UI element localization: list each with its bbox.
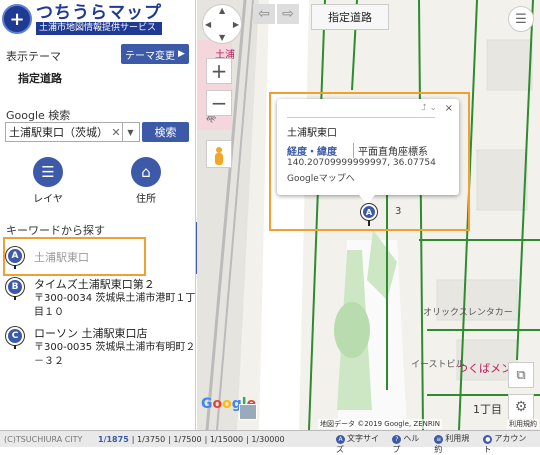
scale-selector: 1/1875 | 1/3750 | 1/7500 | 1/15000 | 1/30000 (98, 434, 285, 444)
scale-option[interactable]: 1/3750 (137, 435, 165, 444)
gear-icon[interactable]: ⚙ (508, 394, 534, 420)
search-input[interactable] (6, 125, 110, 139)
search-box: ✕ ▼ (5, 122, 140, 142)
menu-icon[interactable]: ☰ (508, 6, 534, 32)
change-theme-button[interactable]: テーマ変更 ▶ (121, 44, 189, 64)
result-address: 〒300-0034 茨城県土浦市港町１丁目１０ (34, 293, 196, 318)
pan-right-icon[interactable]: ▶ (233, 20, 239, 29)
poi-label: オリックスレンタカー (423, 308, 513, 318)
list-icon: ☰ (41, 163, 55, 181)
scale-option[interactable]: 1/15000 (210, 435, 243, 444)
clear-icon[interactable]: ✕ (110, 126, 122, 139)
font-size-link[interactable]: A 文字サイズ (336, 433, 387, 455)
help-icon: ? (392, 435, 402, 444)
address-label: 住所 (136, 194, 156, 205)
scale-option[interactable]: 1/30000 (251, 435, 284, 444)
status-bar: (C)TSUCHIURA CITY 1/1875 | 1/3750 | 1/7500… (0, 419, 540, 454)
map-canvas[interactable]: 土浦 常磐線 3 オリックスレンタカー イーストビル つくばメン 1丁目 ▲ ▼… (197, 0, 540, 430)
result-name: タイムズ土浦駅東口第２ (34, 278, 155, 291)
poi-label: つくばメン (457, 362, 512, 375)
forward-arrow-icon[interactable]: ⇨ (277, 4, 299, 24)
result-name: ローソン 土浦駅東口店 (34, 327, 148, 340)
zoom-out-button[interactable]: − (206, 90, 232, 116)
pan-up-icon[interactable]: ▲ (219, 6, 225, 15)
terms-link[interactable]: ≡ 利用規約 (434, 433, 478, 455)
theme-label: 表示テーマ (6, 50, 61, 63)
app-title: つちうらマップ (36, 2, 162, 23)
google-terms-link[interactable]: 利用規約 (507, 419, 539, 429)
satellite-thumbnail[interactable] (239, 404, 257, 420)
house-icon: ⌂ (141, 163, 151, 181)
play-icon: ▶ (178, 49, 185, 59)
highlight-box (3, 237, 146, 276)
pan-control[interactable]: ▲ ▼ ◀ ▶ (202, 4, 242, 44)
back-arrow-icon[interactable]: ⇦ (253, 4, 275, 24)
change-theme-label: テーマ変更 (125, 50, 176, 62)
city-emblem-icon: + (2, 4, 32, 34)
text-size-icon: A (336, 435, 345, 444)
sidebar: + つちうらマップ 土浦市地図情報提供サービス 表示テーマ テーマ変更 ▶ 指定… (0, 0, 196, 430)
active-theme-chip[interactable]: 指定道路 (311, 4, 389, 30)
app-subtitle: 土浦市地図情報提供サービス (36, 21, 162, 35)
map-attribution: 地図データ ©2019 Google, ZENRIN (318, 419, 443, 429)
layers-icon[interactable]: ⧉ (508, 362, 534, 388)
chevron-down-icon[interactable]: ▼ (122, 123, 138, 141)
layer-label: レイヤ (33, 194, 63, 205)
map-pin-icon: C (6, 327, 24, 349)
keyword-search-label: キーワードから探す (6, 224, 105, 237)
highlight-box (269, 92, 470, 231)
scale-option[interactable]: 1/7500 (173, 435, 201, 444)
account-link[interactable]: ● アカウント (483, 433, 535, 455)
district-label: 1丁目 (473, 403, 502, 416)
app-logo[interactable]: + つちうらマップ 土浦市地図情報提供サービス (2, 2, 194, 36)
user-icon: ● (483, 435, 493, 444)
pan-left-icon[interactable]: ◀ (205, 20, 211, 29)
scale-option[interactable]: 1/1875 (98, 435, 129, 444)
address-button[interactable]: ⌂ (131, 157, 161, 187)
google-search-label: Google 検索 (6, 109, 71, 122)
pan-down-icon[interactable]: ▼ (219, 33, 225, 42)
result-address: 〒300-0035 茨城県土浦市有明町２－３２ (34, 342, 196, 367)
current-theme: 指定道路 (18, 72, 62, 85)
search-button[interactable]: 検索 (142, 122, 189, 142)
document-icon: ≡ (434, 435, 444, 444)
list-item[interactable]: C ローソン 土浦駅東口店 〒300-0035 茨城県土浦市有明町２－３２ (6, 327, 196, 371)
map-pin-icon: B (6, 278, 24, 300)
zoom-in-button[interactable]: + (206, 58, 232, 84)
layer-button[interactable]: ☰ (33, 157, 63, 187)
street-view-icon[interactable] (206, 140, 232, 168)
copyright: (C)TSUCHIURA CITY (4, 434, 83, 444)
help-link[interactable]: ? ヘルプ (392, 433, 429, 455)
list-item[interactable]: B タイムズ土浦駅東口第２ 〒300-0034 茨城県土浦市港町１丁目１０ (6, 278, 196, 322)
